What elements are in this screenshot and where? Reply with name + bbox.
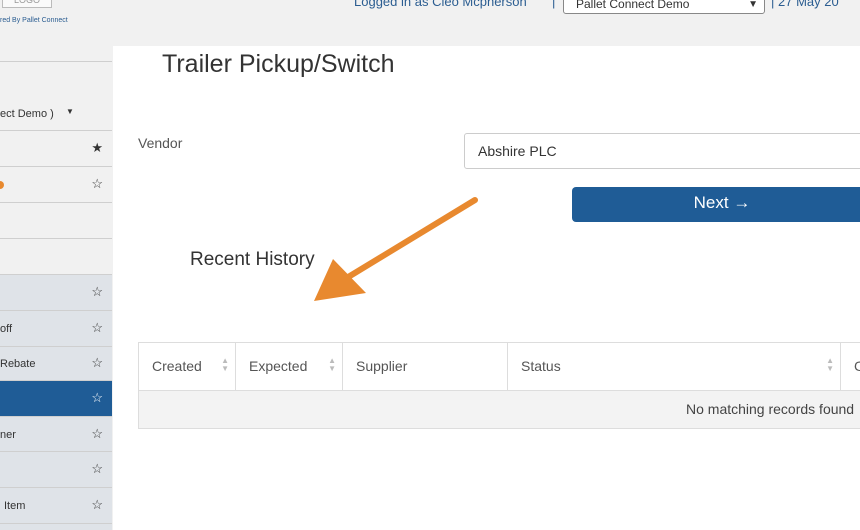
annotation-arrow-icon xyxy=(314,197,478,301)
